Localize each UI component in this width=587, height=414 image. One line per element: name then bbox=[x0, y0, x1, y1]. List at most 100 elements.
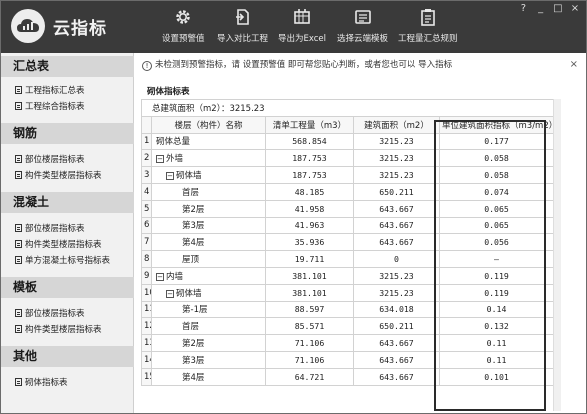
sidebar-item-label: 砌体指标表 bbox=[25, 378, 68, 388]
toolbar-cloud-template-button[interactable]: 选择云端模板 bbox=[337, 8, 388, 48]
table-row[interactable]: 15 第4层 64.721643.6670.101 bbox=[141, 367, 555, 386]
sidebar-item-formwork-component-floor-index[interactable]: 构件类型楼层指标表 bbox=[15, 324, 102, 336]
import-compare-icon bbox=[217, 8, 268, 30]
table-row[interactable]: 3− 砌体墙 187.753 3215.23 0.058 bbox=[141, 166, 555, 184]
table-row[interactable]: 14 第3层 71.106643.6670.11 bbox=[141, 350, 555, 369]
masonry-index-table: 总建筑面积（m2）：3215.23 楼层（构件）名称 清单工程量（m3） 建筑面… bbox=[140, 99, 555, 386]
summary-row: 总建筑面积（m2）：3215.23 bbox=[140, 99, 555, 117]
table-icon bbox=[15, 155, 22, 163]
quantity-cell: 41.958 bbox=[265, 199, 354, 218]
sidebar-item-rebar-component-floor-index[interactable]: 构件类型楼层指标表 bbox=[15, 170, 102, 182]
table-icon bbox=[15, 102, 22, 110]
area-cell: 3215.23 bbox=[353, 149, 440, 168]
table-row[interactable]: 12 首层 85.571650.2110.132 bbox=[141, 317, 555, 336]
quantity-cell: 64.721 bbox=[265, 367, 354, 386]
table-icon bbox=[15, 256, 22, 264]
table-row[interactable]: 5 第2层 41.958 643.667 0.065 bbox=[141, 199, 555, 218]
row-number: 8 bbox=[141, 250, 152, 268]
sidebar-item-label: 工程综合指标表 bbox=[25, 102, 85, 112]
quantity-cell: 71.106 bbox=[265, 350, 354, 369]
help-button[interactable]: ? bbox=[516, 3, 530, 14]
column-header-quantity[interactable]: 清单工程量（m3） bbox=[265, 115, 354, 134]
row-name: 砌体总量 bbox=[156, 137, 191, 148]
row-number: 15 bbox=[141, 367, 152, 386]
table-row[interactable]: 11 第-1层 88.597634.0180.14 bbox=[141, 300, 555, 319]
quantity-cell: 71.106 bbox=[265, 334, 354, 352]
area-cell: 650.211 bbox=[353, 182, 440, 201]
toolbar-import-compare-label: 导入对比工程 bbox=[217, 34, 269, 44]
warning-notice-bar: ! 未检测到预警指标，请 设置预警值 即可帮您贴心判断，或者您也可以 导入指标 × bbox=[138, 55, 584, 75]
sidebar-section-rebar[interactable]: 钢筋 bbox=[1, 123, 134, 144]
collapse-toggle-icon[interactable]: − bbox=[166, 172, 174, 181]
toolbar-quantity-rules-label: 工程量汇总规则 bbox=[398, 34, 458, 44]
unit-index-cell: 0.056 bbox=[438, 233, 555, 252]
maximize-button[interactable]: □ bbox=[551, 3, 565, 14]
table-icon bbox=[15, 378, 22, 386]
collapse-toggle-icon[interactable]: − bbox=[156, 155, 164, 164]
table-icon bbox=[15, 171, 22, 179]
sidebar-item-rebar-floor-index[interactable]: 部位楼层指标表 bbox=[15, 154, 85, 166]
row-name: 外墙 bbox=[166, 154, 184, 165]
quantity-cell: 41.963 bbox=[265, 216, 354, 235]
table-row[interactable]: 4 首层 48.185 650.211 0.074 bbox=[141, 182, 555, 201]
sidebar-item-label: 单方混凝土标号指标表 bbox=[25, 256, 111, 266]
quantity-cell: 35.936 bbox=[265, 233, 354, 252]
column-header-area[interactable]: 建筑面积（m2） bbox=[353, 115, 440, 134]
sidebar-item-concrete-component-floor-index[interactable]: 构件类型楼层指标表 bbox=[15, 239, 102, 251]
column-header-name[interactable]: 楼层（构件）名称 bbox=[151, 115, 266, 134]
table-icon bbox=[15, 240, 22, 248]
sidebar-item-label: 部位楼层指标表 bbox=[25, 155, 85, 165]
sidebar-item-concrete-grade-index[interactable]: 单方混凝土标号指标表 bbox=[15, 255, 110, 267]
row-number: 2 bbox=[141, 149, 152, 168]
table-icon bbox=[15, 86, 22, 94]
sidebar-section-concrete[interactable]: 混凝土 bbox=[1, 192, 134, 213]
column-header-unit-index[interactable]: 单位建筑面积指标（m3/m2） bbox=[438, 115, 555, 134]
excel-icon bbox=[278, 8, 326, 30]
sidebar-item-masonry-index[interactable]: 砌体指标表 bbox=[15, 377, 68, 389]
toolbar-set-warning-button[interactable]: 设置预警值 bbox=[162, 8, 205, 48]
row-number: 6 bbox=[141, 216, 152, 235]
sidebar-section-formwork[interactable]: 模板 bbox=[1, 277, 134, 298]
sidebar-section-summary[interactable]: 汇总表 bbox=[1, 56, 134, 77]
table-row[interactable]: 9− 内墙 381.101 3215.23 0.119 bbox=[141, 266, 555, 285]
table-row[interactable]: 2− 外墙 187.753 3215.23 0.058 bbox=[141, 149, 555, 168]
toolbar-import-compare-button[interactable]: 导入对比工程 bbox=[217, 8, 268, 48]
area-cell: 643.667 bbox=[353, 350, 440, 369]
table-row[interactable]: 1 砌体总量 568.854 3215.23 0.177 bbox=[141, 132, 555, 151]
row-number: 9 bbox=[141, 266, 152, 285]
table-row[interactable]: 10−砌体墙381.1013215.230.119 bbox=[141, 283, 555, 302]
sidebar-section-other[interactable]: 其他 bbox=[1, 346, 134, 367]
table-row[interactable]: 8 屋顶 19.711 0– bbox=[141, 250, 555, 268]
area-cell: 643.667 bbox=[353, 233, 440, 252]
quantity-cell: 381.101 bbox=[265, 283, 354, 302]
table-scrollbar[interactable] bbox=[553, 99, 561, 411]
close-icon[interactable]: × bbox=[570, 55, 578, 75]
row-name: 第3层 bbox=[182, 355, 205, 366]
unit-index-cell: 0.119 bbox=[438, 283, 555, 302]
sidebar-item-formwork-floor-index[interactable]: 部位楼层指标表 bbox=[15, 308, 85, 320]
sidebar-item-concrete-floor-index[interactable]: 部位楼层指标表 bbox=[15, 223, 85, 235]
toolbar-export-excel-button[interactable]: 导出为Excel bbox=[278, 8, 326, 48]
sidebar-item-project-index-summary[interactable]: 工程指标汇总表 bbox=[15, 85, 85, 97]
area-cell: 3215.23 bbox=[353, 283, 440, 302]
close-button[interactable]: × bbox=[568, 3, 582, 14]
sidebar-item-label: 构件类型楼层指标表 bbox=[25, 325, 102, 335]
row-name-cell: 第4层 bbox=[151, 367, 266, 386]
minimize-button[interactable]: _ bbox=[534, 3, 548, 14]
cloud-logo-icon bbox=[11, 9, 45, 43]
area-cell: 0 bbox=[353, 250, 440, 268]
unit-index-cell: 0.14 bbox=[438, 300, 555, 319]
table-row[interactable]: 13 第2层 71.106643.6670.11 bbox=[141, 334, 555, 352]
window-controls: ? _ □ × bbox=[516, 3, 582, 14]
row-name-cell: 首层 bbox=[151, 317, 266, 336]
quantity-cell: 48.185 bbox=[265, 182, 354, 201]
unit-index-cell: 0.177 bbox=[438, 132, 555, 151]
table-row[interactable]: 7 第4层 35.936 643.667 0.056 bbox=[141, 233, 555, 252]
toolbar-quantity-rules-button[interactable]: 工程量汇总规则 bbox=[398, 8, 458, 48]
sidebar-item-project-combined-index[interactable]: 工程综合指标表 bbox=[15, 101, 85, 113]
quantity-cell: 187.753 bbox=[265, 149, 354, 168]
table-row[interactable]: 6 第3层 41.963 643.667 0.065 bbox=[141, 216, 555, 235]
panel-title: 砌体指标表 bbox=[147, 87, 190, 97]
collapse-toggle-icon[interactable]: − bbox=[166, 289, 174, 298]
collapse-toggle-icon[interactable]: − bbox=[156, 272, 164, 281]
